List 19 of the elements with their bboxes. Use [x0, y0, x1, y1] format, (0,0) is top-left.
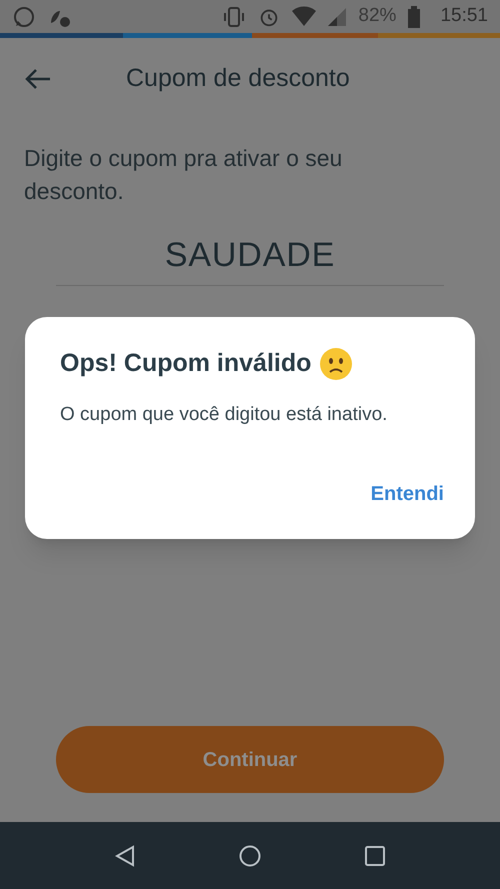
battery-icon — [408, 6, 420, 28]
recents-icon[interactable] — [365, 846, 385, 866]
back-icon[interactable] — [115, 844, 135, 866]
battery-percent: 82% — [358, 4, 396, 28]
back-arrow-icon[interactable] — [24, 67, 52, 91]
home-icon[interactable] — [239, 844, 261, 866]
dialog-action-button[interactable]: Entendi — [370, 479, 444, 509]
continue-button[interactable]: Continuar — [56, 726, 444, 793]
signal-icon — [328, 8, 346, 26]
clock-time: 15:51 — [440, 4, 488, 28]
confused-face-icon — [319, 346, 354, 381]
vibrate-icon — [222, 4, 246, 28]
dialog-message: O cupom que você digitou está inativo. — [60, 402, 388, 426]
chat-icon — [12, 4, 36, 28]
screen-title: Cupom de desconto — [126, 63, 350, 94]
instruction-text: Digite o cupom pra ativar o seu desconto. — [23, 144, 344, 206]
coupon-field[interactable]: SAUDADE — [56, 236, 444, 286]
wifi-icon — [292, 6, 316, 28]
dialog-title: Ops! Cupom inválido — [60, 348, 312, 379]
